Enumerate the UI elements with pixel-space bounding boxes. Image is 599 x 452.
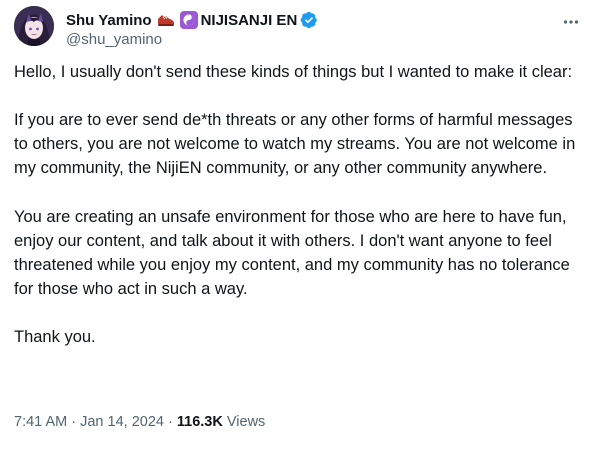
more-options-button[interactable] <box>561 12 581 32</box>
display-name[interactable]: Shu Yamino <box>66 12 152 29</box>
views-label: Views <box>226 414 266 430</box>
tweet-time[interactable]: 7:41 AM <box>14 414 67 430</box>
shoe-emoji-icon <box>156 11 176 29</box>
verified-badge-icon <box>300 11 318 29</box>
tweet-paragraph: If you are to ever send de*th threats or… <box>14 111 576 178</box>
tweet-date[interactable]: Jan 14, 2024 <box>80 414 164 430</box>
avatar[interactable] <box>14 6 54 46</box>
org-name[interactable]: NIJISANJI EN <box>201 12 298 29</box>
view-count: 116.3K <box>176 414 223 430</box>
tweet-paragraph: Hello, I usually don't send these kinds … <box>14 63 573 81</box>
author-names: Shu Yamino NIJISANJI EN @shu_yamino <box>66 10 318 50</box>
author-line: Shu Yamino NIJISANJI EN <box>66 10 318 30</box>
meta-separator: · <box>168 414 173 430</box>
tweet-paragraph: Thank you. <box>14 328 96 347</box>
author-handle[interactable]: @shu_yamino <box>66 30 318 50</box>
meta-separator: · <box>71 414 77 430</box>
tweet-text: Hello, I usually don't send these kinds … <box>14 60 584 373</box>
more-icon <box>563 20 579 24</box>
tweet-header: Shu Yamino NIJISANJI EN @shu_yamino <box>14 6 585 50</box>
tweet-paragraph: You are creating an unsafe environment f… <box>14 207 570 298</box>
tweet-meta: 7:41 AM · Jan 14, 2024 · 116.3K Views <box>14 414 265 430</box>
yin-yang-emoji-icon <box>179 11 198 29</box>
tweet-card: Shu Yamino NIJISANJI EN @shu_yamino Hell… <box>0 0 599 452</box>
